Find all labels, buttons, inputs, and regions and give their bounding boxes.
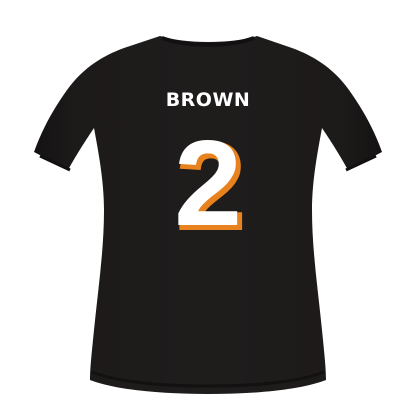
collar [161,36,255,47]
player-name: BROWN [166,89,251,111]
tshirt-back-view: BROWN 2 2 [34,36,382,394]
product-image: BROWN 2 2 [0,0,416,416]
player-number: 2 [174,115,242,251]
